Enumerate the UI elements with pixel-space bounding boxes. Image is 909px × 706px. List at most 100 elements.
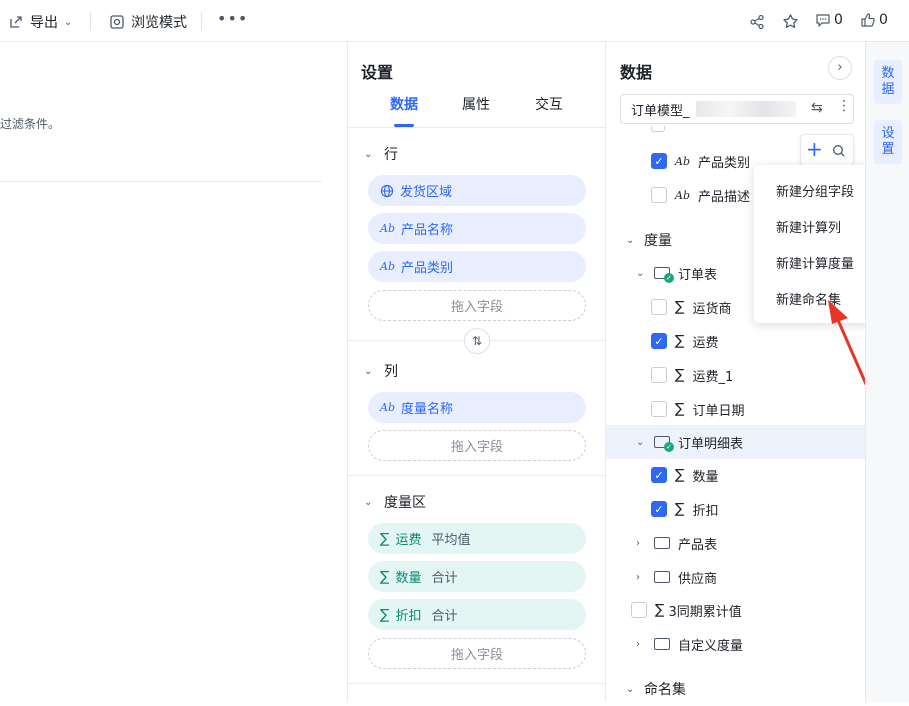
add-search-toolbar: + — [800, 134, 854, 166]
sigma-icon: ∑ — [380, 530, 390, 547]
aggregation-label: 合计 — [431, 571, 458, 586]
named-set-group-header[interactable]: ⌄ 命名集 — [606, 672, 865, 706]
table-label: 订单明细表 — [678, 436, 744, 452]
add-icon[interactable]: + — [806, 137, 823, 161]
checkbox-unchecked[interactable] — [651, 187, 667, 203]
clipped-row — [651, 126, 781, 132]
swap-rows-columns-button[interactable]: ⇅ — [464, 328, 490, 354]
field-label: 运费_1 — [692, 369, 734, 385]
chevron-right-icon: › — [636, 638, 640, 650]
sigma-icon: ∑ — [380, 606, 390, 623]
row-field-product-category[interactable]: Ab 产品类别 — [368, 251, 586, 282]
comment-icon — [816, 14, 830, 27]
menu-new-group-field[interactable]: 新建分组字段 — [776, 181, 854, 200]
comment-count: 0 — [834, 12, 843, 28]
row-field-product-name[interactable]: Ab 产品名称 — [368, 213, 586, 244]
measure-field-quantity[interactable]: ∑ 数量 合计 — [368, 561, 586, 592]
toolbar-divider — [90, 12, 91, 30]
tab-properties[interactable]: 属性 — [462, 94, 490, 114]
measures-section-header[interactable]: ⌄ 度量区 — [364, 492, 426, 512]
folder-icon — [654, 638, 670, 650]
columns-drop-zone[interactable]: 拖入字段 — [368, 430, 586, 461]
column-field-measure-name[interactable]: Ab 度量名称 — [368, 392, 586, 423]
aggregation-label: 平均值 — [431, 533, 471, 548]
menu-new-calculated-column[interactable]: 新建计算列 — [776, 217, 841, 236]
table-supplier[interactable]: › 供应商 — [606, 560, 865, 594]
columns-section-header[interactable]: ⌄ 列 — [364, 361, 398, 381]
folder-label: 自定义度量 — [678, 638, 744, 654]
chevron-down-icon: ⌄ — [636, 436, 645, 448]
model-selector[interactable]: 订单模型_ ⇆ ⋮ — [620, 94, 854, 124]
star-icon[interactable] — [782, 13, 799, 30]
search-icon[interactable] — [832, 144, 846, 158]
rail-data-label: 数据 — [881, 66, 895, 97]
sigma-icon: ∑ — [675, 401, 685, 417]
table-product[interactable]: › 产品表 — [606, 526, 865, 560]
collapse-panel-button[interactable]: › — [828, 56, 852, 80]
sigma-icon: ∑ — [675, 467, 685, 483]
field-label: 产品类别 — [698, 155, 751, 171]
sigma-icon: ∑ — [380, 568, 390, 585]
share-icon[interactable] — [749, 14, 765, 30]
table-label: 订单表 — [678, 267, 718, 283]
columns-section-label: 列 — [384, 364, 398, 380]
table-label: 产品表 — [678, 537, 718, 553]
measure-field-freight[interactable]: ∑ 运费 平均值 — [368, 523, 586, 554]
field-label: 运货商 — [692, 301, 732, 317]
chevron-down-icon: ⌄ — [64, 16, 73, 28]
switch-model-icon[interactable]: ⇆ — [811, 100, 823, 116]
field-label: 3同期累计值 — [668, 604, 742, 620]
model-name: 订单模型_ — [631, 103, 690, 119]
chevron-right-icon: › — [837, 60, 843, 75]
like-count: 0 — [879, 12, 888, 28]
field-label: 订单日期 — [692, 403, 745, 419]
field-discount[interactable]: ✓ ∑ 折扣 — [606, 492, 865, 526]
chevron-down-icon: ⌄ — [626, 683, 635, 695]
tab-data[interactable]: 数据 — [390, 94, 418, 114]
like-button[interactable]: 0 — [860, 12, 888, 28]
table-folder-icon: ✓ — [654, 267, 674, 283]
export-button[interactable]: 导出 ⌄ — [8, 12, 72, 32]
browse-mode-label: 浏览模式 — [131, 15, 187, 31]
rail-data-button[interactable]: 数据 — [874, 60, 902, 104]
rail-settings-label: 设置 — [881, 126, 895, 157]
field-label: 折扣 — [395, 609, 422, 624]
comment-button[interactable]: 0 — [815, 12, 843, 28]
field-quantity[interactable]: ✓ ∑ 数量 — [606, 458, 865, 492]
data-title: 数据 — [620, 63, 653, 82]
folder-icon — [654, 571, 670, 583]
checkbox-unchecked[interactable] — [651, 401, 667, 417]
settings-panel: 设置 数据 属性 交互 ⌄ 行 发货区域 Ab 产品名称 Ab 产品类别 拖入字… — [347, 42, 607, 702]
rail-settings-button[interactable]: 设置 — [874, 120, 902, 164]
divider — [0, 181, 322, 182]
measure-field-discount[interactable]: ∑ 折扣 合计 — [368, 599, 586, 630]
row-field-ship-region[interactable]: 发货区域 — [368, 175, 586, 206]
more-icon[interactable]: ••• — [217, 9, 248, 28]
field-label: 运费 — [395, 533, 422, 548]
checkbox-checked[interactable]: ✓ — [651, 333, 667, 349]
chevron-right-icon: › — [636, 537, 640, 549]
tab-divider — [348, 127, 607, 128]
checkbox-unchecked[interactable] — [631, 602, 647, 618]
thumbs-up-icon — [861, 13, 875, 27]
checkbox-unchecked[interactable] — [651, 299, 667, 315]
canvas-pane: 过滤条件。 — [0, 42, 347, 702]
measures-drop-zone[interactable]: 拖入字段 — [368, 638, 586, 669]
checkbox-unchecked[interactable] — [651, 367, 667, 383]
tab-interaction[interactable]: 交互 — [535, 94, 563, 114]
calculated-sigma-icon: ∑ — [655, 602, 665, 618]
table-folder-icon: ✓ — [654, 436, 674, 452]
menu-new-calculated-measure[interactable]: 新建计算度量 — [776, 253, 854, 272]
sigma-icon: ∑ — [675, 299, 685, 315]
field-ytd-measure[interactable]: ∑ 3同期累计值 — [606, 593, 865, 627]
browse-mode-button[interactable]: 浏览模式 — [109, 12, 187, 32]
rows-drop-zone[interactable]: 拖入字段 — [368, 290, 586, 321]
sigma-icon: ∑ — [675, 367, 685, 383]
checkbox-checked[interactable]: ✓ — [651, 153, 667, 169]
rows-section-header[interactable]: ⌄ 行 — [364, 144, 398, 164]
checkbox-checked[interactable]: ✓ — [651, 467, 667, 483]
field-label: 运费 — [692, 335, 719, 351]
checkbox-checked[interactable]: ✓ — [651, 501, 667, 517]
more-vertical-icon[interactable]: ⋮ — [837, 98, 851, 114]
folder-custom-measure[interactable]: › 自定义度量 — [606, 627, 865, 661]
